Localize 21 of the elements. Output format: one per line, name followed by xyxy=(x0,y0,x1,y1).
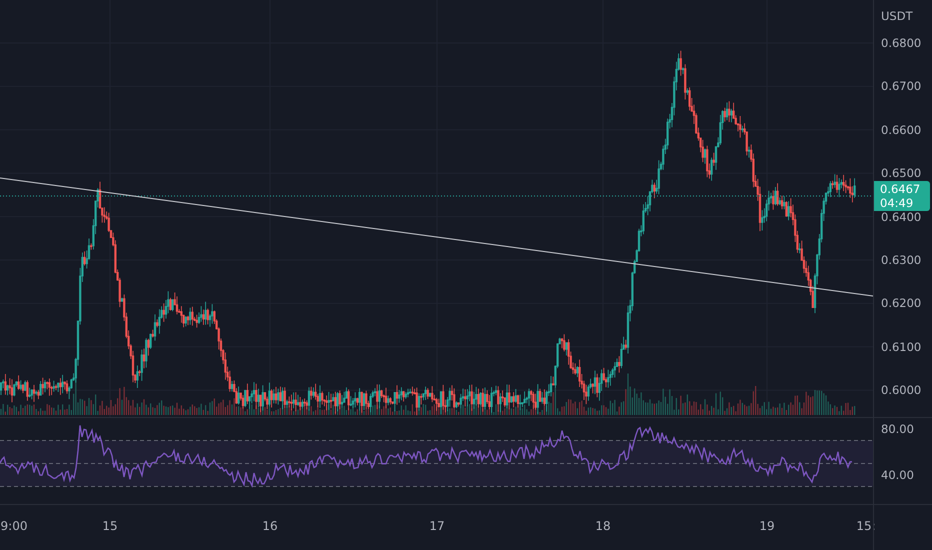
last-price: 0.6467 xyxy=(880,182,922,196)
price-tick: 0.6200 xyxy=(881,296,922,310)
rsi-tick: 80.00 xyxy=(881,422,914,436)
price-tick: 0.6400 xyxy=(881,210,922,224)
price-tick: 0.6700 xyxy=(881,79,922,94)
price-tick: 0.6000 xyxy=(881,383,922,398)
trend-line[interactable] xyxy=(0,178,873,296)
price-tick: 0.6500 xyxy=(881,166,922,180)
price-tick: 0.6800 xyxy=(881,36,922,50)
price-tick: 0.6600 xyxy=(881,122,922,137)
candle-countdown: 04:49 xyxy=(880,196,914,210)
time-tick: 9:00 xyxy=(0,519,28,533)
time-tick: 17 xyxy=(429,519,445,533)
time-tick: 19 xyxy=(759,519,775,533)
time-tick: 18 xyxy=(595,519,611,533)
price-tick: 0.6300 xyxy=(881,253,922,267)
rsi-tick: 40.00 xyxy=(881,468,914,482)
time-tick: 16 xyxy=(262,519,278,533)
price-tick: 0.6100 xyxy=(881,340,922,354)
currency-label: USDT xyxy=(881,9,913,23)
time-tick: 15 xyxy=(102,519,118,533)
